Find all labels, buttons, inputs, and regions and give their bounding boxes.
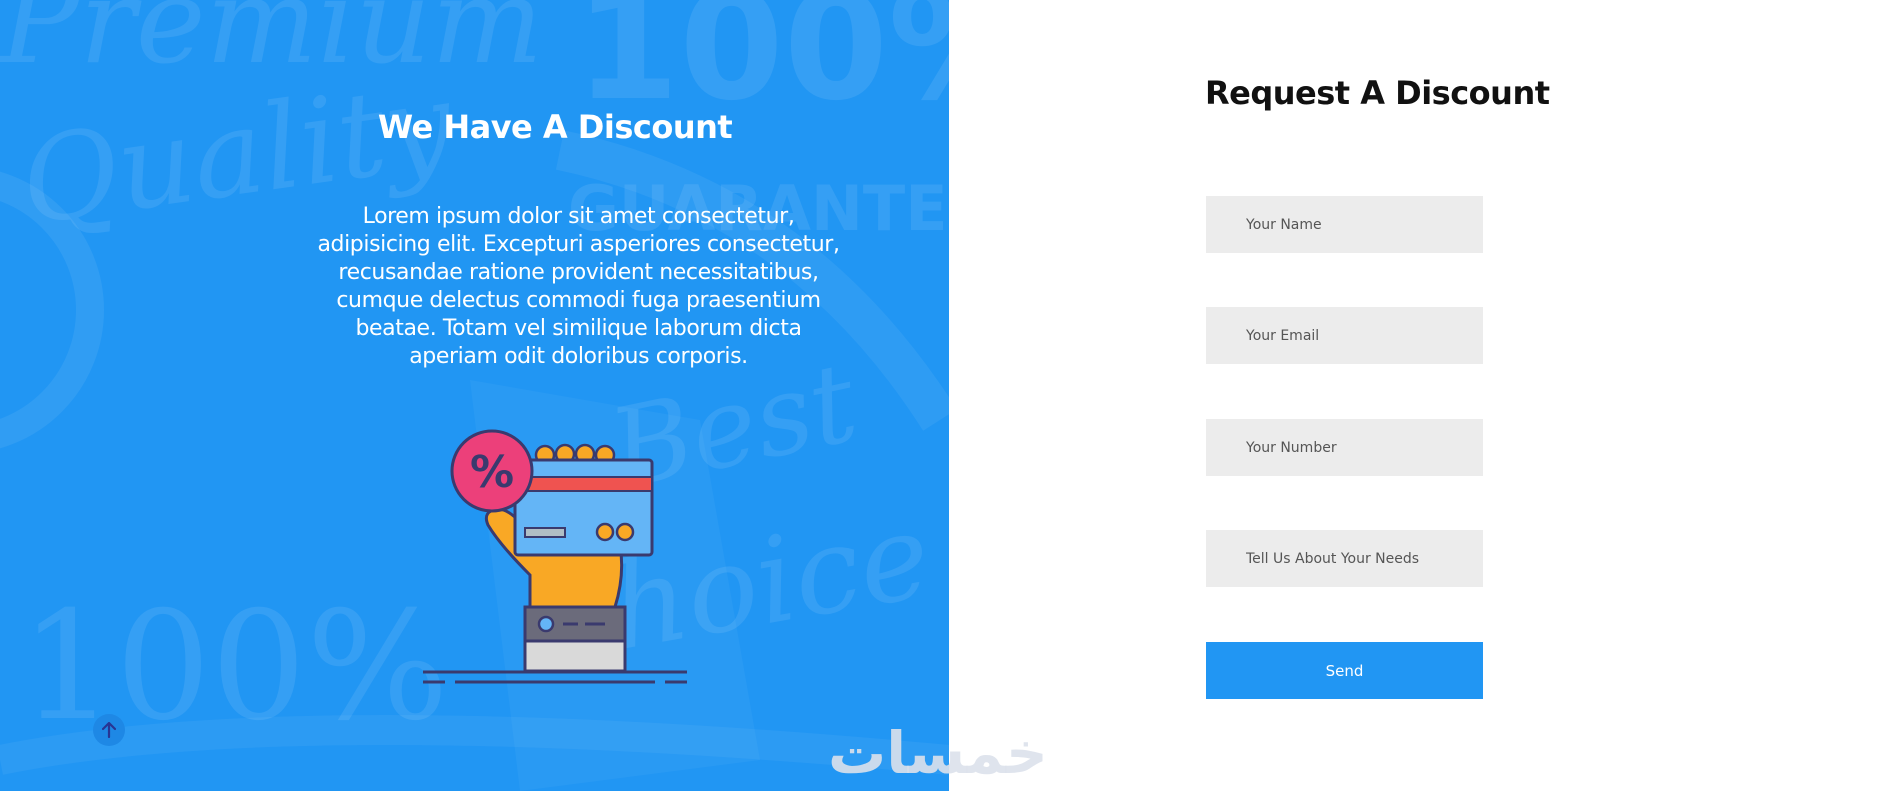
discount-title: We Have A Discount: [377, 108, 733, 146]
arrow-up-icon: [102, 722, 116, 738]
discount-panel: Premium Quality 100% GUARANTEE Best Choi…: [0, 0, 949, 791]
name-input[interactable]: [1206, 196, 1483, 253]
discount-description: Lorem ipsum dolor sit amet consectetur, …: [317, 204, 840, 369]
svg-text:%: %: [470, 447, 514, 498]
bg-word-hundred-bottom: 100%: [20, 580, 449, 754]
form-title: Request A Discount: [1205, 74, 1550, 112]
email-input[interactable]: [1206, 307, 1483, 364]
needs-input[interactable]: [1206, 530, 1483, 587]
watermark-logo: خمسات: [828, 719, 1048, 787]
send-button[interactable]: Send: [1206, 642, 1483, 699]
bg-word-premium: Premium: [0, 0, 544, 90]
number-input[interactable]: [1206, 419, 1483, 476]
back-to-top-button[interactable]: [93, 714, 125, 746]
discount-card-hand-icon: %: [423, 429, 687, 684]
